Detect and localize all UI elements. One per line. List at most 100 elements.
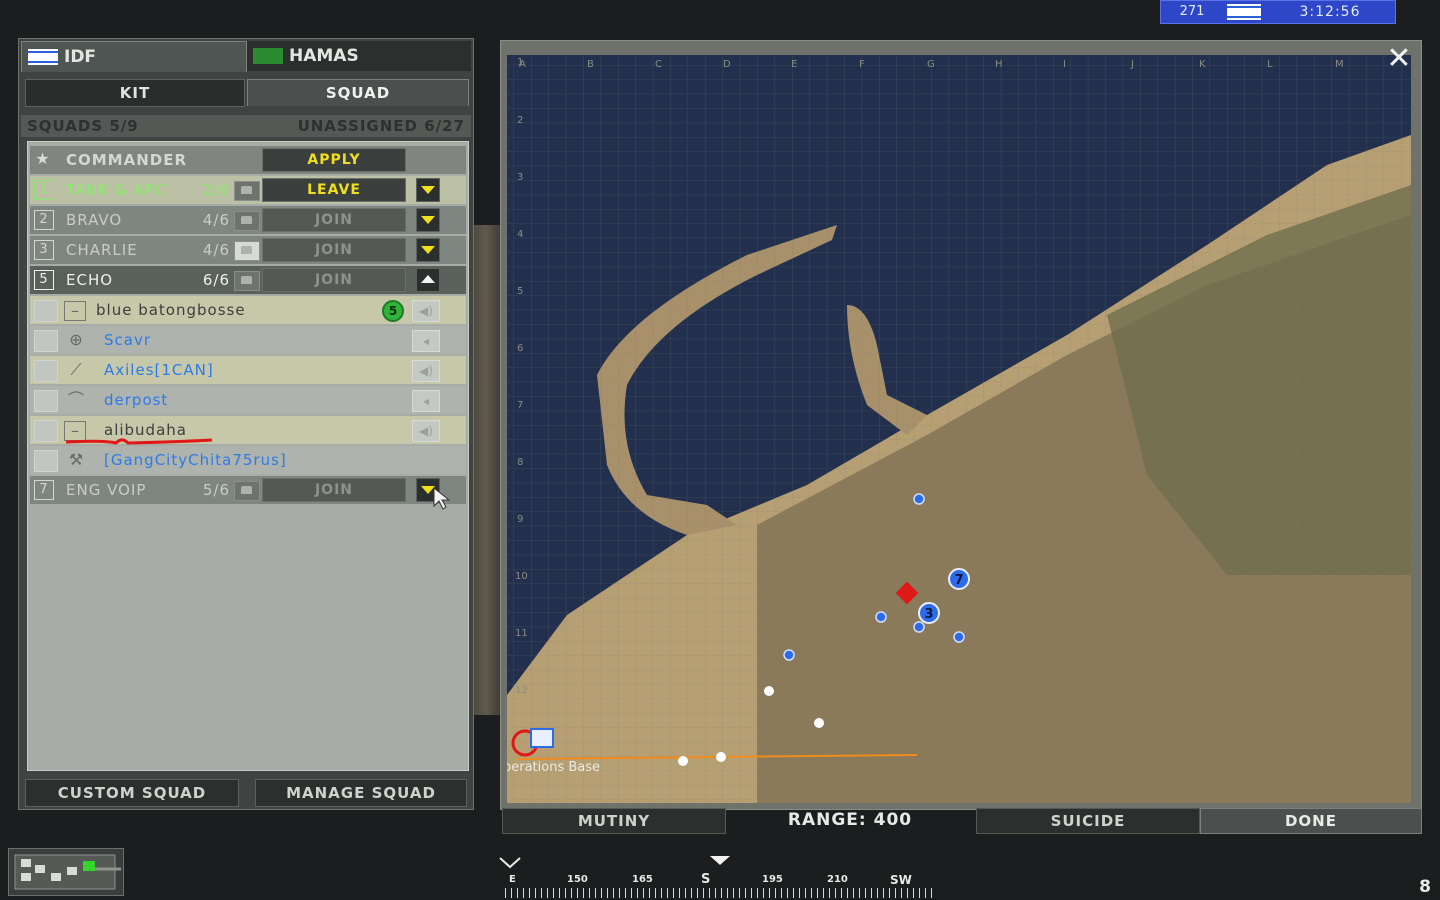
compass-label: 165	[632, 874, 653, 885]
squad-count: 5/6	[202, 481, 230, 499]
squad-member-row[interactable]: ⚒ [GangCityChita75rus]	[30, 446, 466, 474]
squads-count: SQUADS 5/9	[27, 117, 139, 135]
svg-text:9: 9	[517, 514, 523, 525]
rifle-kit-icon: ⟋	[70, 360, 82, 379]
squad-leader-badge: 5	[382, 300, 404, 322]
squad-member-row[interactable]: – alibudaha ◀)	[30, 416, 466, 445]
lock-icon[interactable]	[234, 181, 260, 201]
svg-text:J: J	[1130, 59, 1134, 70]
tank-silhouette-icon	[14, 854, 121, 890]
map-canvas: 7 3 perations Base AB CD EF GH IJ KL M 1…	[507, 55, 1411, 803]
leave-squad-button[interactable]: LEAVE	[262, 178, 406, 202]
squad-list: ★ COMMANDER APPLY 1 TANK & APC 2/6 LEAVE…	[27, 141, 469, 771]
squad-marker-3[interactable]: 3	[918, 602, 940, 624]
suicide-button[interactable]: SUICIDE	[976, 808, 1200, 834]
apply-commander-button[interactable]: APPLY	[262, 148, 406, 172]
done-button[interactable]: DONE	[1200, 808, 1422, 834]
compass-label: SW	[890, 873, 912, 887]
manage-squad-button[interactable]: MANAGE SQUAD	[255, 779, 467, 807]
voice-icon[interactable]: ◀)	[412, 360, 440, 382]
compass-label: 150	[567, 874, 588, 885]
member-name: Axiles[1CAN]	[104, 361, 214, 379]
custom-squad-button[interactable]: CUSTOM SQUAD	[25, 779, 239, 807]
svg-text:5: 5	[517, 286, 523, 297]
main-base-icon	[530, 728, 554, 748]
squad-row-bravo[interactable]: 2 BRAVO 4/6 JOIN	[30, 206, 466, 234]
medic-kit-icon: ⌒	[67, 390, 84, 409]
star-icon: ★	[35, 149, 51, 168]
member-select-box[interactable]	[34, 420, 58, 442]
join-squad-button[interactable]: JOIN	[262, 478, 406, 502]
squad-row-eng-voip[interactable]: 7 ENG VOIP 5/6 JOIN	[30, 476, 466, 504]
svg-text:6: 6	[517, 343, 523, 354]
svg-text:10: 10	[515, 571, 528, 582]
member-select-box[interactable]	[34, 300, 58, 322]
member-select-box[interactable]	[34, 360, 58, 382]
svg-text:I: I	[1063, 59, 1066, 70]
commander-label: COMMANDER	[66, 151, 188, 169]
svg-text:D: D	[723, 59, 731, 70]
compass-label: 195	[762, 874, 783, 885]
team-name: HAMAS	[289, 46, 359, 66]
member-name: derpost	[104, 391, 169, 409]
tab-kit[interactable]: KIT	[25, 79, 245, 107]
join-squad-button[interactable]: JOIN	[262, 238, 406, 262]
voice-icon[interactable]: ◀)	[412, 420, 440, 442]
svg-text:H: H	[995, 59, 1003, 70]
squad-member-row[interactable]: ⌒ derpost ◂	[30, 386, 466, 414]
squad-count: 4/6	[202, 241, 230, 259]
squad-count: 4/6	[202, 211, 230, 229]
lock-icon	[234, 271, 260, 291]
squad-number: 3	[34, 240, 54, 260]
squad-row-tank-apc[interactable]: 1 TANK & APC 2/6 LEAVE	[30, 176, 466, 204]
squad-marker-7[interactable]: 7	[948, 568, 970, 590]
crosshair-kit-icon: ⊕	[69, 330, 83, 349]
member-select-box[interactable]	[34, 330, 58, 352]
voice-icon[interactable]: ◂	[412, 330, 440, 352]
member-name: blue batongbosse	[96, 301, 246, 319]
svg-text:M: M	[1335, 59, 1344, 70]
member-select-box[interactable]	[34, 390, 58, 412]
chevron-down-icon[interactable]	[416, 178, 440, 202]
compass-label: S	[701, 872, 711, 887]
squad-member-row[interactable]: – blue batongbosse 5 ◀)	[30, 296, 466, 324]
hamas-flag-icon	[253, 48, 283, 64]
svg-text:4: 4	[517, 229, 523, 240]
squad-member-row[interactable]: ⟋ Axiles[1CAN] ◀)	[30, 356, 466, 384]
svg-text:8: 8	[517, 457, 523, 468]
israel-flag-icon	[1227, 4, 1261, 20]
join-squad-button[interactable]: JOIN	[262, 268, 406, 292]
svg-text:L: L	[1267, 59, 1273, 70]
close-map-icon[interactable]: ✕	[1384, 44, 1414, 74]
compass-strip: E 150 165 S 195 210 SW	[505, 870, 935, 900]
lock-icon	[234, 481, 260, 501]
squad-name: ECHO	[66, 271, 114, 289]
squad-panel: IDF HAMAS KIT SQUAD SQUADS 5/9 UNASSIGNE…	[18, 38, 474, 810]
squad-row-charlie[interactable]: 3 CHARLIE 4/6 JOIN	[30, 236, 466, 264]
chevron-up-icon[interactable]	[416, 268, 440, 292]
member-select-box[interactable]	[34, 450, 58, 472]
map-frame: 7 3 perations Base AB CD EF GH IJ KL M 1…	[500, 40, 1422, 810]
chevron-down-icon[interactable]	[416, 238, 440, 262]
join-squad-button[interactable]: JOIN	[262, 208, 406, 232]
squad-leader-icon: –	[64, 301, 86, 321]
svg-text:7: 7	[954, 573, 963, 588]
chevron-down-icon[interactable]	[416, 208, 440, 232]
svg-text:G: G	[927, 59, 935, 70]
svg-text:F: F	[859, 59, 865, 70]
svg-text:3: 3	[924, 607, 933, 622]
tab-squad[interactable]: SQUAD	[247, 79, 469, 106]
team-tab-hamas[interactable]: HAMAS	[247, 41, 471, 71]
engineer-kit-icon: ⚒	[68, 450, 84, 469]
voice-icon[interactable]: ◀)	[412, 300, 440, 322]
mutiny-button[interactable]: MUTINY	[502, 808, 726, 834]
israel-flag-icon	[28, 49, 58, 65]
squad-row-echo[interactable]: 5 ECHO 6/6 JOIN	[30, 266, 466, 294]
svg-text:E: E	[791, 59, 797, 70]
voice-icon[interactable]: ◂	[412, 390, 440, 412]
team-tab-idf[interactable]: IDF	[21, 41, 247, 72]
squad-member-row[interactable]: ⊕ Scavr ◂	[30, 326, 466, 354]
squad-number: 1	[34, 180, 54, 200]
svg-text:3: 3	[517, 172, 523, 183]
tactical-map[interactable]: 7 3 perations Base AB CD EF GH IJ KL M 1…	[507, 55, 1411, 803]
